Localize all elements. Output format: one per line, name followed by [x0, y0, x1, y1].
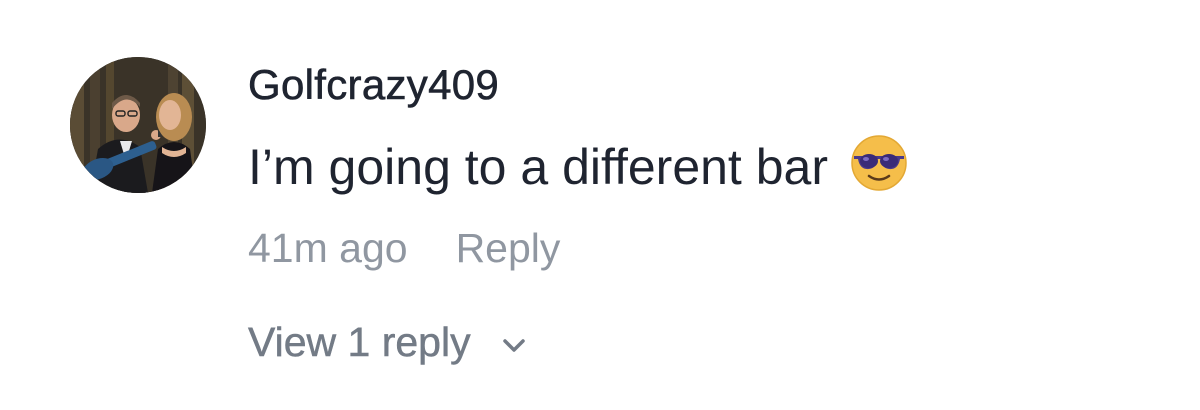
chevron-down-icon	[499, 330, 529, 360]
reply-button[interactable]: Reply	[456, 228, 561, 269]
comment-body: I’m going to a different bar	[248, 135, 908, 196]
username[interactable]: Golfcrazy409	[248, 63, 499, 106]
comment-meta: 41m ago Reply	[248, 228, 560, 269]
comment-item: Golfcrazy409 I’m going to a different ba…	[0, 0, 1200, 410]
timestamp: 41m ago	[248, 225, 408, 271]
smiling-face-with-sunglasses-icon	[850, 134, 908, 192]
avatar[interactable]	[70, 57, 206, 193]
view-replies-button[interactable]: View 1 reply	[248, 319, 529, 365]
view-replies-label: View 1 reply	[248, 319, 471, 365]
avatar-photo	[70, 57, 206, 193]
comment-text: I’m going to a different bar	[248, 138, 828, 195]
